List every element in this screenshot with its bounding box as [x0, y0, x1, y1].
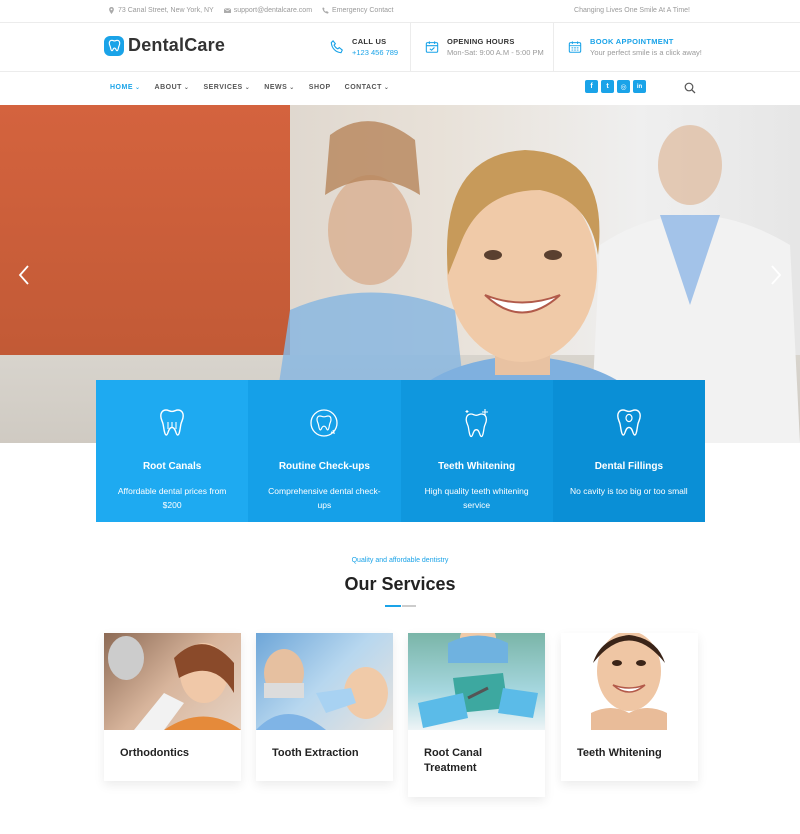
feature-title: Routine Check-ups [278, 461, 370, 472]
feature-dental-fillings[interactable]: Dental Fillings No cavity is too big or … [552, 380, 705, 522]
service-card-root-canal-treatment[interactable]: Root Canal Treatment [408, 633, 545, 797]
tooth-filling-icon [616, 409, 641, 436]
chevron-down-icon: ⌄ [183, 85, 190, 91]
phone-icon [330, 40, 343, 54]
call-us-title: CALL US [352, 37, 387, 46]
header: DentalCare CALL US +123 456 789 OPENING … [0, 23, 800, 72]
opening-hours-value: Mon-Sat: 9:00 A.M - 5:00 PM [447, 48, 544, 57]
tooth-sparkle-icon [465, 409, 488, 438]
feature-desc: Affordable dental prices from $200 [117, 486, 227, 510]
call-us-block[interactable]: CALL US +123 456 789 [316, 23, 398, 71]
nav-item-contact[interactable]: CONTACT ⌄ [345, 84, 390, 91]
root-canal-photo [418, 633, 538, 728]
address-info: 73 Canal Street, New York, NY [108, 7, 214, 14]
slider-prev-arrow-icon[interactable] [18, 265, 30, 285]
map-pin-icon [109, 7, 114, 14]
tooth-logo-icon [104, 35, 124, 56]
feature-desc: High quality teeth whitening service [424, 486, 529, 510]
service-card-teeth-whitening[interactable]: Teeth Whitening [561, 633, 698, 781]
feature-title: Root Canals [142, 461, 202, 472]
nav-item-about[interactable]: ABOUT ⌄ [155, 84, 190, 91]
service-photo [104, 633, 241, 730]
service-title[interactable]: Root Canal Treatment [408, 730, 545, 776]
feature-teeth-whitening[interactable]: Teeth Whitening High quality teeth white… [400, 380, 553, 522]
feature-routine-check-ups[interactable]: Routine Check-ups Comprehensive dental c… [248, 380, 401, 522]
service-title[interactable]: Teeth Whitening [561, 730, 698, 761]
nav-item-shop[interactable]: SHOP [309, 84, 331, 91]
feature-desc: Comprehensive dental check-ups [268, 486, 381, 510]
nav-label: SERVICES [203, 84, 243, 91]
main-nav: HOME ⌄ ABOUT ⌄ SERVICES ⌄ NEWS ⌄ SHOP CONTAC… [0, 72, 800, 105]
tooth-extraction-photo [256, 649, 388, 730]
service-card-orthodontics[interactable]: Orthodontics [104, 633, 241, 781]
title-underline [385, 605, 416, 607]
calendar-check-icon [425, 41, 439, 53]
service-title[interactable]: Tooth Extraction [256, 730, 393, 761]
email-text[interactable]: support@dentalcare.com [234, 7, 312, 14]
social-links: f t ◎ in [585, 80, 646, 93]
search-icon[interactable] [684, 82, 696, 94]
phone-number[interactable]: +123 456 789 [352, 48, 398, 57]
brand-name: DentalCare [128, 35, 226, 55]
email-info[interactable]: support@dentalcare.com [223, 7, 312, 14]
nav-label: ABOUT [154, 84, 182, 91]
twitter-icon[interactable]: t [601, 80, 614, 93]
opening-hours-title: OPENING HOURS [447, 37, 515, 46]
nav-item-services[interactable]: SERVICES ⌄ [203, 84, 250, 91]
book-appointment-title[interactable]: BOOK APPOINTMENT [590, 37, 702, 46]
phone-icon [322, 7, 329, 14]
emergency-text[interactable]: Emergency Contact [332, 7, 393, 14]
linkedin-icon[interactable]: in [633, 80, 646, 93]
chevron-down-icon: ⌄ [289, 85, 295, 91]
service-photo [561, 633, 698, 730]
tooth-checkup-icon [310, 409, 339, 437]
section-title: Our Services [344, 574, 456, 594]
chevron-down-icon: ⌄ [244, 85, 251, 91]
nav-label: NEWS [264, 84, 288, 91]
feature-title: Dental Fillings [594, 461, 664, 472]
envelope-icon [223, 8, 231, 13]
feature-root-canals[interactable]: Root Canals Affordable dental prices fro… [96, 380, 249, 522]
tooth-root-icon [160, 409, 185, 436]
menu: HOME ⌄ ABOUT ⌄ SERVICES ⌄ NEWS ⌄ SHOP CONTAC… [110, 84, 389, 91]
top-bar: 73 Canal Street, New York, NY support@de… [0, 0, 800, 23]
feature-title: Teeth Whitening [438, 461, 516, 472]
teeth-whitening-photo [591, 633, 667, 730]
book-appointment-block[interactable]: BOOK APPOINTMENT Your perfect smile is a… [553, 23, 702, 71]
address-text: 73 Canal Street, New York, NY [118, 7, 214, 14]
chevron-down-icon: ⌄ [383, 85, 390, 91]
opening-hours-block: OPENING HOURS Mon-Sat: 9:00 A.M - 5:00 P… [410, 23, 544, 71]
emergency-info[interactable]: Emergency Contact [322, 7, 394, 14]
tagline: Changing Lives One Smile At A Time! [574, 7, 690, 14]
calendar-grid-icon [568, 41, 582, 53]
nav-label: CONTACT [344, 84, 382, 91]
nav-label: HOME [110, 84, 133, 91]
orthodontics-photo [108, 636, 241, 730]
slider-next-arrow-icon[interactable] [770, 265, 782, 285]
logo[interactable]: DentalCare [104, 35, 225, 56]
section-subtitle: Quality and affordable dentistry [351, 557, 449, 564]
nav-item-news[interactable]: NEWS ⌄ [264, 84, 295, 91]
service-title[interactable]: Orthodontics [104, 730, 241, 761]
service-photo [256, 633, 393, 730]
feature-desc: No cavity is too big or too small [570, 486, 688, 496]
service-photo [408, 633, 545, 730]
service-card-tooth-extraction[interactable]: Tooth Extraction [256, 633, 393, 781]
chevron-down-icon: ⌄ [135, 85, 141, 91]
book-appointment-value: Your perfect smile is a click away! [590, 48, 702, 57]
nav-label: SHOP [308, 84, 331, 91]
feature-boxes: Root Canals Affordable dental prices fro… [96, 380, 705, 522]
instagram-icon[interactable]: ◎ [617, 80, 630, 93]
facebook-icon[interactable]: f [585, 80, 598, 93]
nav-item-home[interactable]: HOME ⌄ [110, 84, 141, 91]
